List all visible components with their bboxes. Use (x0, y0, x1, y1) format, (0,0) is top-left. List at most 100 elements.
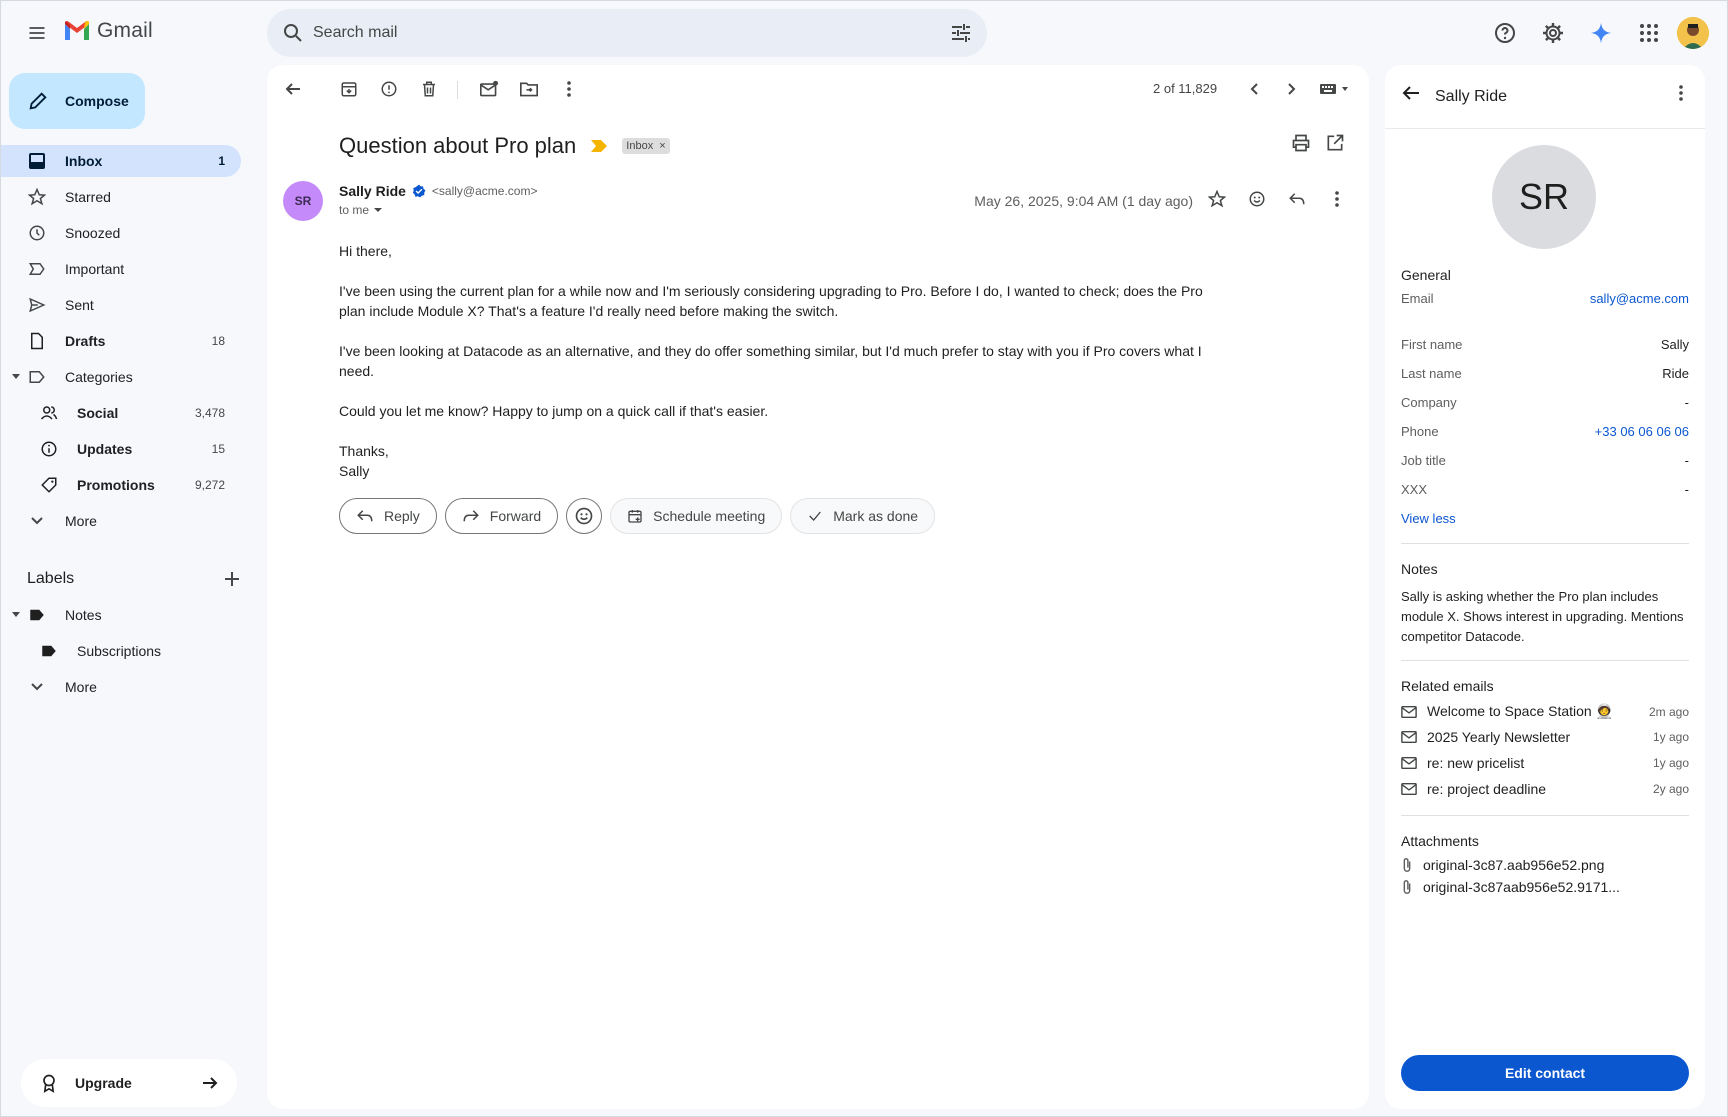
gemini-sparkle-icon[interactable] (1581, 13, 1621, 53)
back-arrow-icon[interactable] (1399, 81, 1423, 105)
sender-name[interactable]: Sally Ride (339, 183, 406, 199)
sender-avatar[interactable]: SR (283, 181, 323, 221)
upgrade-button[interactable]: Upgrade (21, 1059, 237, 1107)
forward-button[interactable]: Forward (444, 498, 559, 534)
caret-down-icon[interactable] (11, 373, 21, 381)
chevron-left-icon[interactable] (1239, 73, 1271, 105)
body-paragraph: I've been looking at Datacode as an alte… (339, 343, 1202, 379)
field-key: Job title (1401, 453, 1446, 468)
sidebar-item-label: Social (77, 405, 119, 421)
schedule-meeting-button[interactable]: Schedule meeting (610, 498, 783, 534)
email-link[interactable]: sally@acme.com (1590, 291, 1689, 306)
mark-as-done-button[interactable]: Mark as done (790, 498, 936, 534)
related-email-item[interactable]: 2025 Yearly Newsletter 1y ago (1401, 729, 1689, 745)
star-icon[interactable] (1201, 183, 1233, 215)
body-paragraph: Thanks, (339, 443, 389, 459)
caret-down-icon[interactable] (11, 611, 21, 619)
importance-marker-icon[interactable] (590, 139, 608, 153)
inbox-label-chip: Inbox × (622, 138, 670, 154)
settings-gear-icon[interactable] (1533, 13, 1573, 53)
sidebar-item-label: Starred (65, 189, 111, 205)
sidebar-item-snoozed[interactable]: Snoozed (1, 217, 241, 249)
sidebar-item-social[interactable]: Social 3,478 (1, 397, 241, 429)
reply-icon[interactable] (1281, 183, 1313, 215)
message-toolbar: 2 of 11,829 (267, 65, 1369, 113)
body-paragraph: Sally (339, 463, 370, 479)
field-key: First name (1401, 337, 1463, 352)
open-new-window-icon[interactable] (1325, 133, 1345, 153)
search-icon[interactable] (281, 21, 305, 45)
reply-button[interactable]: Reply (339, 498, 437, 534)
apps-grid-icon[interactable] (1629, 13, 1669, 53)
sidebar-item-important[interactable]: Important (1, 253, 241, 285)
delete-trash-icon[interactable] (413, 73, 445, 105)
message-actions (1201, 183, 1353, 215)
input-tools-keyboard-icon[interactable] (1313, 73, 1357, 105)
move-to-folder-icon[interactable] (513, 73, 545, 105)
contact-panel-header: Sally Ride (1385, 65, 1705, 129)
field-xxx: XXX - (1401, 482, 1689, 497)
account-avatar[interactable] (1677, 17, 1709, 49)
caret-down-icon (374, 208, 383, 212)
help-icon[interactable] (1485, 13, 1525, 53)
field-last-name: Last name Ride (1401, 366, 1689, 381)
back-arrow-icon[interactable] (277, 73, 309, 105)
sidebar-item-label: More (65, 513, 97, 529)
chevron-right-icon[interactable] (1275, 73, 1307, 105)
more-vert-icon[interactable] (553, 73, 585, 105)
report-spam-icon[interactable] (373, 73, 405, 105)
forward-icon (463, 510, 479, 522)
related-email-item[interactable]: re: new pricelist 1y ago (1401, 755, 1689, 771)
sidebar-item-categories[interactable]: Categories (1, 361, 241, 393)
more-vert-icon[interactable] (1321, 183, 1353, 215)
view-less-link[interactable]: View less (1401, 511, 1456, 526)
archive-icon[interactable] (333, 73, 365, 105)
contact-notes: Sally is asking whether the Pro plan inc… (1401, 589, 1684, 644)
sidebar-item-drafts[interactable]: Drafts 18 (1, 325, 241, 357)
more-vert-icon[interactable] (1669, 81, 1693, 105)
emoji-react-icon[interactable] (1241, 183, 1273, 215)
label-item-subscriptions[interactable]: Subscriptions (1, 635, 241, 667)
field-key: Phone (1401, 424, 1439, 439)
reply-actions: Reply Forward Schedule meeting Mark as d… (339, 498, 936, 534)
gmail-logo[interactable]: Gmail (63, 19, 153, 43)
compose-label: Compose (65, 93, 129, 109)
add-label-plus-icon[interactable] (223, 570, 241, 588)
sidebar-item-updates[interactable]: Updates 15 (1, 433, 241, 465)
remove-label-close-icon[interactable]: × (659, 140, 665, 152)
compose-button[interactable]: Compose (9, 73, 145, 129)
mark-unread-icon[interactable] (473, 73, 505, 105)
message-panel: 2 of 11,829 Question about Pro plan Inbo… (267, 65, 1369, 1109)
top-bar: Gmail (1, 1, 1728, 65)
label-item-notes[interactable]: Notes (1, 599, 241, 631)
verified-check-icon (412, 184, 426, 198)
mail-icon (1401, 782, 1417, 796)
emoji-button[interactable] (566, 498, 603, 534)
search-bar (267, 9, 987, 57)
sidebar-item-more[interactable]: More (1, 505, 241, 537)
related-email-item[interactable]: re: project deadline 2y ago (1401, 781, 1689, 797)
app-name: Gmail (97, 19, 153, 42)
field-key: Email (1401, 291, 1434, 306)
edit-contact-button[interactable]: Edit contact (1401, 1055, 1689, 1091)
labels-more[interactable]: More (1, 671, 241, 703)
sidebar-item-promotions[interactable]: Promotions 9,272 (1, 469, 241, 501)
important-icon (27, 259, 47, 279)
sidebar-item-starred[interactable]: Starred (1, 181, 241, 213)
inbox-label-text: Inbox (626, 140, 654, 152)
search-options-icon[interactable] (949, 21, 973, 45)
sidebar-item-sent[interactable]: Sent (1, 289, 241, 321)
main-menu-button[interactable] (21, 17, 53, 49)
related-email-item[interactable]: Welcome to Space Station 🧑‍🚀 2m ago (1401, 703, 1689, 720)
recipient-text: to me (339, 203, 370, 217)
label-name: More (65, 679, 97, 695)
print-icon[interactable] (1291, 133, 1311, 153)
attachment-item[interactable]: original-3c87.aab956e52.png (1401, 857, 1689, 873)
recipient-details[interactable]: to me (339, 203, 383, 217)
sidebar-item-inbox[interactable]: Inbox 1 (1, 145, 241, 177)
attachment-item[interactable]: original-3c87aab956e52.9171... (1401, 879, 1689, 895)
body-paragraph: Could you let me know? Happy to jump on … (339, 403, 769, 419)
mark-as-done-label: Mark as done (833, 508, 919, 524)
phone-link[interactable]: +33 06 06 06 06 (1595, 424, 1689, 439)
search-input[interactable] (313, 9, 893, 57)
